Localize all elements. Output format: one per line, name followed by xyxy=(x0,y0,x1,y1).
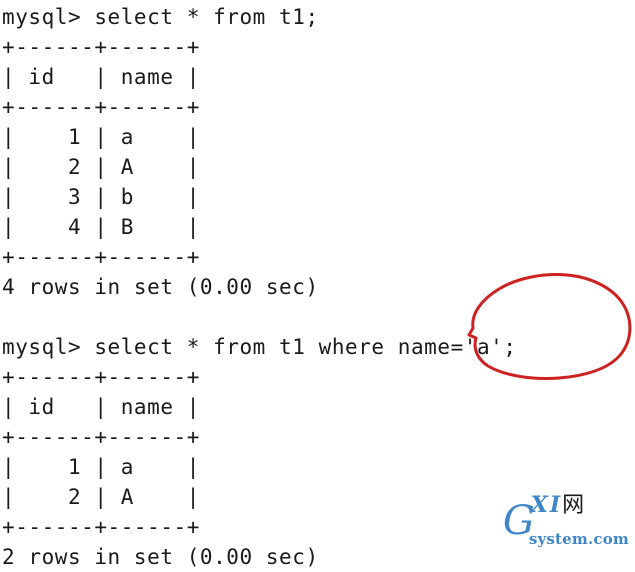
terminal-line-table-header: | id | name | xyxy=(2,395,200,419)
watermark-logo-mid: XI xyxy=(530,492,563,518)
watermark: GXI网 system.com xyxy=(503,494,629,547)
terminal-line-table-border: +------+------+ xyxy=(2,245,200,269)
terminal-line-table-border: +------+------+ xyxy=(2,425,200,449)
terminal-line-table-border: +------+------+ xyxy=(2,95,200,119)
terminal-line-table-row: | 1 | a | xyxy=(2,455,200,479)
terminal-line-table-border: +------+------+ xyxy=(2,365,200,389)
terminal-output: mysql> select * from t1; +------+------+… xyxy=(0,0,635,569)
terminal-line-table-header: | id | name | xyxy=(2,65,200,89)
terminal-line-table-border: +------+------+ xyxy=(2,35,200,59)
watermark-logo: GXI网 xyxy=(503,494,629,541)
terminal-line-prompt-2: mysql> select * from t1 where name='a'; xyxy=(2,335,517,359)
watermark-logo-cjk: 网 xyxy=(562,493,585,518)
terminal-line-status-1: 4 rows in set (0.00 sec) xyxy=(2,275,319,299)
terminal-line-table-row: | 3 | b | xyxy=(2,185,200,209)
watermark-logo-letter: G xyxy=(502,498,535,544)
terminal-line-table-row: | 4 | B | xyxy=(2,215,200,239)
terminal-line-prompt-1: mysql> select * from t1; xyxy=(2,5,319,29)
terminal-line-table-row: | 1 | a | xyxy=(2,125,200,149)
terminal-line-table-row: | 2 | A | xyxy=(2,155,200,179)
